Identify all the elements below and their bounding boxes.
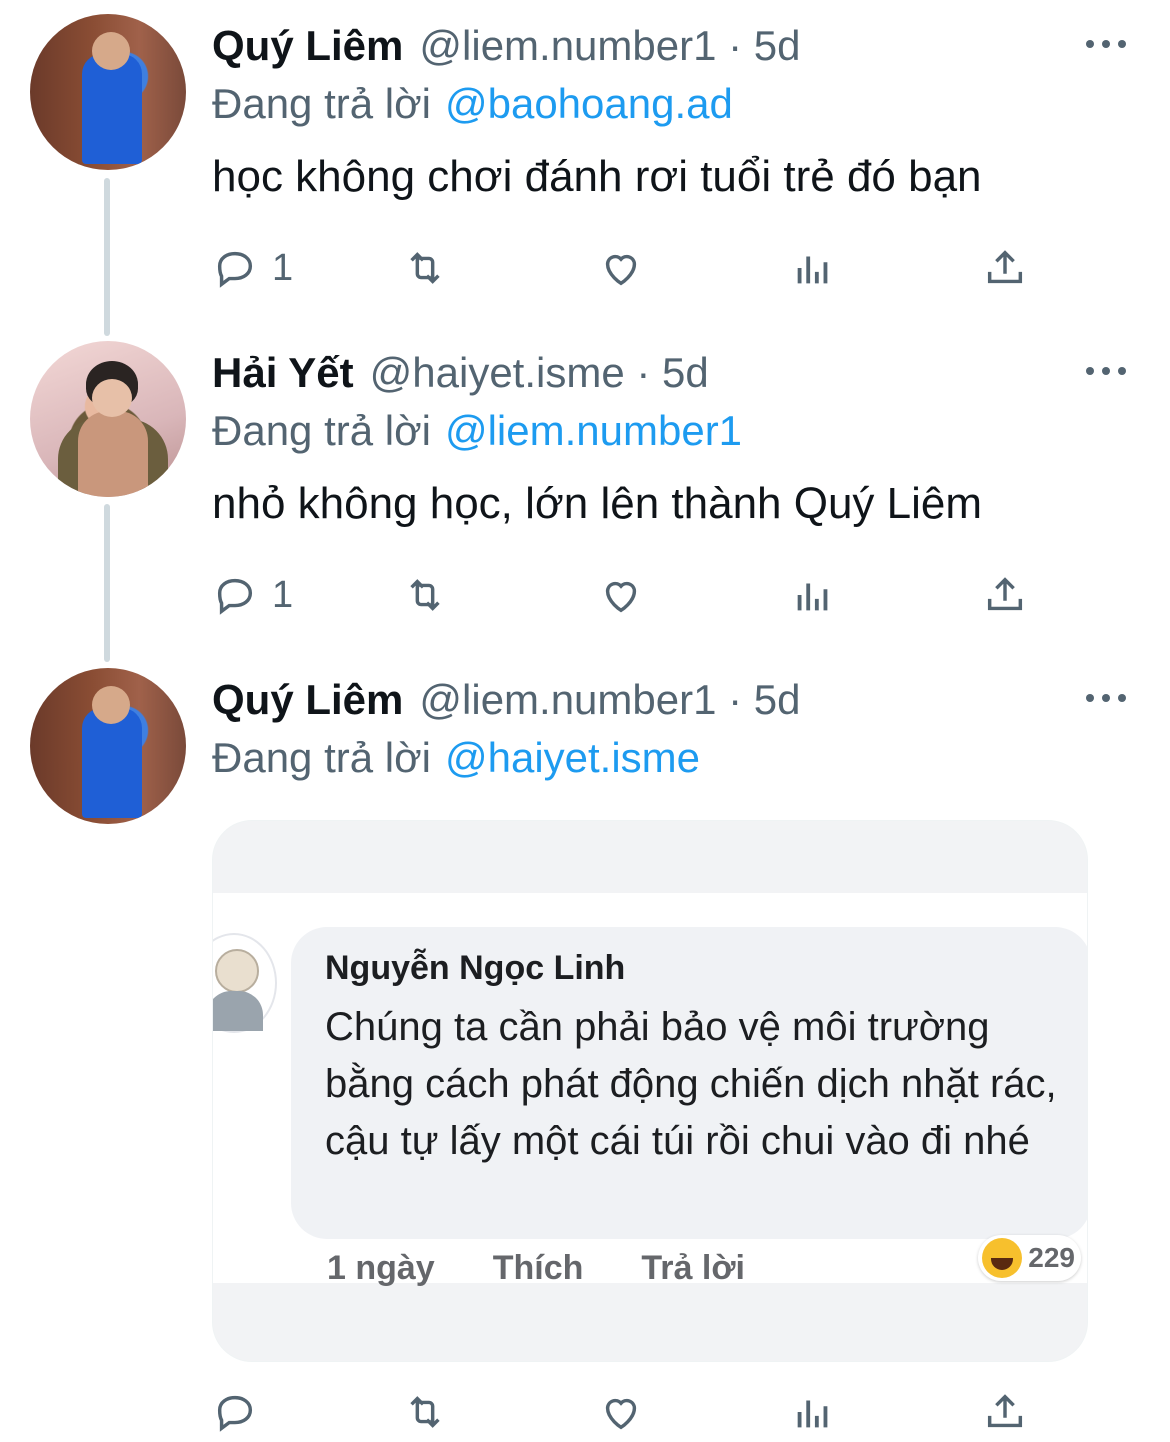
commenter-name: Nguyễn Ngọc Linh bbox=[325, 949, 626, 987]
like-button[interactable] bbox=[598, 238, 644, 298]
replying-prefix: Đang trả lời bbox=[212, 734, 431, 781]
analytics-icon bbox=[797, 256, 828, 284]
handle-and-time: @liem.number1 · 5d bbox=[419, 22, 801, 69]
share-icon bbox=[987, 1394, 1023, 1428]
analytics-icon bbox=[797, 1400, 828, 1428]
retweet-icon bbox=[410, 579, 440, 611]
reply-button[interactable]: 1 bbox=[212, 565, 293, 625]
comment-text: Chúng ta cần phải bảo vệ môi trường bằng… bbox=[325, 1005, 1057, 1163]
display-name[interactable]: Hải Yết bbox=[212, 349, 354, 397]
like-button[interactable] bbox=[598, 565, 644, 625]
heart-icon bbox=[605, 581, 637, 613]
reply-button[interactable] bbox=[212, 1382, 272, 1442]
action-bar: 1 bbox=[212, 238, 1062, 298]
tweet-text: học không chơi đánh rơi tuổi trẻ đó bạn bbox=[212, 152, 982, 201]
reply-icon bbox=[217, 578, 253, 615]
handle-and-time: @liem.number1 · 5d bbox=[419, 676, 801, 723]
tweet-header: Hải Yết @haiyet.isme · 5d bbox=[212, 347, 709, 399]
replying-prefix: Đang trả lời bbox=[212, 80, 431, 127]
mention-link[interactable]: @liem.number1 bbox=[445, 407, 742, 454]
share-icon bbox=[987, 577, 1023, 611]
haha-emoji-icon bbox=[982, 1238, 1023, 1278]
share-button[interactable] bbox=[982, 1382, 1028, 1442]
like-button[interactable] bbox=[598, 1382, 644, 1442]
reaction-count: 229 bbox=[1028, 1242, 1075, 1273]
views-button[interactable] bbox=[790, 238, 836, 298]
heart-icon bbox=[605, 1398, 637, 1430]
handle-and-time: @haiyet.isme · 5d bbox=[369, 349, 709, 396]
reaction-summary: 229 bbox=[978, 1235, 1081, 1281]
replying-to: Đang trả lời @liem.number1 bbox=[212, 407, 742, 455]
comment-meta: 1 ngày Thích Trả lời bbox=[327, 1249, 745, 1288]
avatar[interactable] bbox=[30, 14, 186, 170]
attached-image[interactable]: Nguyễn Ngọc Linh Chúng ta cần phải bảo v… bbox=[212, 820, 1088, 1362]
reply-button[interactable]: 1 bbox=[212, 238, 293, 298]
replying-to: Đang trả lời @baohoang.ad bbox=[212, 80, 733, 128]
action-bar: 1 bbox=[212, 565, 1062, 625]
action-bar bbox=[212, 1382, 1062, 1442]
retweet-button[interactable] bbox=[402, 238, 448, 298]
views-button[interactable] bbox=[790, 1382, 836, 1442]
more-options-icon[interactable] bbox=[1086, 361, 1126, 381]
tweet[interactable]: Quý Liêm @liem.number1 · 5d Đang trả lời… bbox=[0, 0, 1170, 330]
avatar[interactable] bbox=[30, 341, 186, 497]
avatar[interactable] bbox=[30, 668, 186, 824]
mention-link[interactable]: @haiyet.isme bbox=[445, 734, 700, 781]
reply-count: 1 bbox=[272, 573, 294, 616]
display-name[interactable]: Quý Liêm bbox=[212, 676, 403, 724]
comment-time: 1 ngày bbox=[327, 1249, 435, 1287]
mention-link[interactable]: @baohoang.ad bbox=[445, 80, 733, 127]
share-icon bbox=[987, 250, 1023, 284]
comment-reply-label: Trả lời bbox=[641, 1249, 745, 1287]
more-options-icon[interactable] bbox=[1086, 34, 1126, 54]
replying-prefix: Đang trả lời bbox=[212, 407, 431, 454]
share-button[interactable] bbox=[982, 565, 1028, 625]
tweet-text: nhỏ không học, lớn lên thành Quý Liêm bbox=[212, 479, 983, 528]
analytics-icon bbox=[797, 583, 828, 611]
tweet-header: Quý Liêm @liem.number1 · 5d bbox=[212, 674, 801, 726]
retweet-button[interactable] bbox=[402, 565, 448, 625]
comment-like-label: Thích bbox=[492, 1249, 584, 1287]
views-button[interactable] bbox=[790, 565, 836, 625]
retweet-icon bbox=[410, 252, 440, 284]
retweet-icon bbox=[410, 1396, 440, 1428]
heart-icon bbox=[605, 254, 637, 286]
tweet-header: Quý Liêm @liem.number1 · 5d bbox=[212, 20, 801, 72]
share-button[interactable] bbox=[982, 238, 1028, 298]
replying-to: Đang trả lời @haiyet.isme bbox=[212, 734, 700, 782]
reply-count: 1 bbox=[272, 246, 294, 289]
tweet[interactable]: Hải Yết @haiyet.isme · 5d Đang trả lời @l… bbox=[0, 327, 1170, 657]
more-options-icon[interactable] bbox=[1086, 688, 1126, 708]
display-name[interactable]: Quý Liêm bbox=[212, 22, 403, 70]
retweet-button[interactable] bbox=[402, 1382, 448, 1442]
reply-icon bbox=[217, 1395, 253, 1432]
reply-icon bbox=[217, 251, 253, 288]
